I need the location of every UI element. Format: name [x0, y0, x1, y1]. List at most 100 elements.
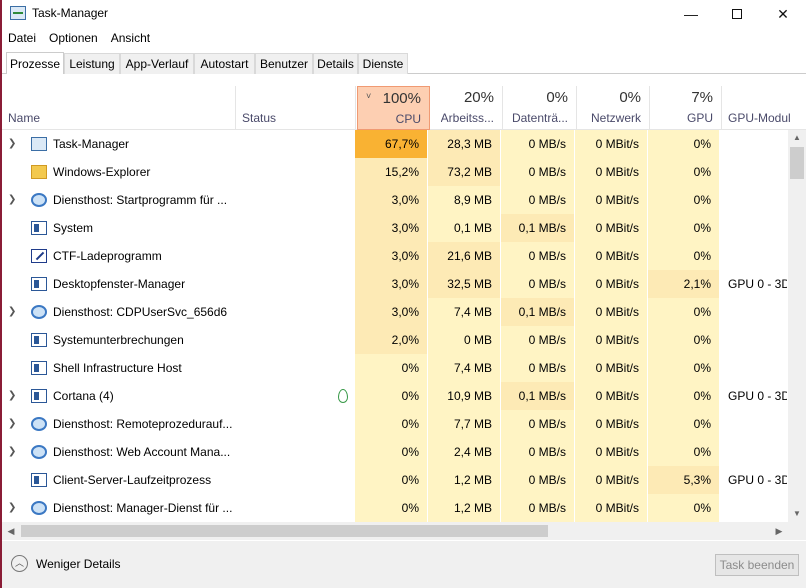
cell-gpu: 0%	[648, 158, 720, 186]
column-header-disk[interactable]: 0% Datenträ...	[503, 86, 577, 130]
column-header-status[interactable]: Status	[236, 86, 356, 130]
minimize-button[interactable]: —	[668, 0, 714, 28]
scrollbar-corner	[788, 522, 806, 540]
vertical-scrollbar[interactable]: ▲ ▼	[788, 130, 806, 522]
cell-network: 0 MBit/s	[575, 214, 648, 242]
column-header-memory[interactable]: 20% Arbeitss...	[430, 86, 503, 130]
column-header-row: Name Status ˅ 100% CPU 20% Arbeitss... 0…	[2, 86, 806, 130]
scroll-up-arrow-icon[interactable]: ▲	[788, 130, 806, 146]
process-name: Task-Manager	[53, 137, 130, 151]
tab-autostart[interactable]: Autostart	[194, 53, 255, 74]
process-row[interactable]: ❯ Diensthost: Startprogramm für ... 3,0% 8,…	[2, 186, 788, 214]
cell-gpu-engine	[728, 130, 788, 158]
scroll-right-arrow-icon[interactable]: ▶	[770, 522, 788, 540]
menu-bar: Datei Optionen Ansicht	[2, 28, 806, 48]
cell-gpu-engine	[728, 298, 788, 326]
tab-leistung[interactable]: Leistung	[64, 53, 120, 74]
title-bar[interactable]: Task-Manager — ✕	[2, 0, 806, 28]
column-gpu-label: GPU	[686, 111, 713, 125]
scroll-left-arrow-icon[interactable]: ◀	[2, 522, 20, 540]
expand-chevron-icon[interactable]: ❯	[8, 194, 20, 206]
cell-gpu: 0%	[648, 214, 720, 242]
process-row[interactable]: ❯ Diensthost: Remoteprozedurauf... 0% 7,7 M…	[2, 410, 788, 438]
process-row[interactable]: ❯ Task-Manager 67,7% 28,3 MB 0 MB/s 0 MBit/s 0…	[2, 130, 788, 158]
column-memory-label: Arbeitss...	[440, 111, 494, 125]
column-header-gpu-engine[interactable]: GPU-Modul	[722, 86, 806, 130]
process-name: Diensthost: Web Account Mana...	[53, 445, 231, 459]
expand-chevron-icon[interactable]: ❯	[8, 138, 20, 150]
sort-descending-icon: ˅	[366, 91, 372, 101]
close-button[interactable]: ✕	[760, 0, 806, 28]
window-icon	[31, 473, 47, 487]
cell-cpu: 3,0%	[355, 298, 428, 326]
scroll-down-arrow-icon[interactable]: ▼	[788, 506, 806, 522]
process-row[interactable]: ❯ Diensthost: Manager-Dienst für ... 0% 1,2…	[2, 494, 788, 522]
end-task-button[interactable]: Task beenden	[715, 554, 799, 576]
menu-ansicht[interactable]: Ansicht	[105, 31, 156, 45]
tab-benutzer[interactable]: Benutzer	[255, 53, 313, 74]
process-name: Windows-Explorer	[53, 165, 151, 179]
expand-chevron-icon[interactable]: ❯	[8, 418, 20, 430]
cell-cpu: 67,7%	[355, 130, 428, 158]
process-row[interactable]: Systemunterbrechungen 2,0% 0 MB 0 MB/s 0 MBi…	[2, 326, 788, 354]
cell-disk: 0 MB/s	[501, 326, 575, 354]
cell-network: 0 MBit/s	[575, 270, 648, 298]
tab-bar: Prozesse Leistung App-Verlauf Autostart …	[2, 52, 806, 74]
cell-cpu: 3,0%	[355, 214, 428, 242]
cell-gpu-engine	[728, 438, 788, 466]
cell-network: 0 MBit/s	[575, 186, 648, 214]
column-header-cpu[interactable]: ˅ 100% CPU	[357, 86, 430, 130]
cell-disk: 0 MB/s	[501, 410, 575, 438]
cell-gpu-engine	[728, 186, 788, 214]
horizontal-scrollbar[interactable]: ◀ ▶	[2, 522, 788, 540]
tab-details[interactable]: Details	[313, 53, 358, 74]
tab-app-verlauf[interactable]: App-Verlauf	[120, 53, 194, 74]
cell-gpu: 2,1%	[648, 270, 720, 298]
tab-prozesse[interactable]: Prozesse	[6, 52, 64, 74]
process-row[interactable]: ❯ Cortana (4) 0% 10,9 MB 0,1 MB/s 0 MBit/s 0% G…	[2, 382, 788, 410]
vertical-scroll-thumb[interactable]	[790, 147, 804, 179]
cell-network: 0 MBit/s	[575, 466, 648, 494]
expand-chevron-icon[interactable]: ❯	[8, 502, 20, 514]
menu-optionen[interactable]: Optionen	[43, 31, 104, 45]
cell-network: 0 MBit/s	[575, 382, 648, 410]
cell-cpu: 0%	[355, 438, 428, 466]
process-name: Diensthost: CDPUserSvc_656d6	[53, 305, 228, 319]
cell-disk: 0,1 MB/s	[501, 382, 575, 410]
process-row[interactable]: Desktopfenster-Manager 3,0% 32,5 MB 0 MB/s 0…	[2, 270, 788, 298]
menu-datei[interactable]: Datei	[2, 31, 42, 45]
expand-chevron-icon[interactable]: ❯	[8, 446, 20, 458]
process-row[interactable]: Client-Server-Laufzeitprozess 0% 1,2 MB 0 M…	[2, 466, 788, 494]
column-header-name[interactable]: Name	[2, 86, 236, 130]
cell-gpu: 0%	[648, 242, 720, 270]
cell-cpu: 3,0%	[355, 270, 428, 298]
task-manager-window: Task-Manager — ✕ Datei Optionen Ansicht …	[0, 0, 806, 588]
cell-gpu-engine: GPU 0 - 3D	[728, 466, 788, 494]
expand-chevron-icon[interactable]: ❯	[8, 306, 20, 318]
expand-chevron-icon[interactable]: ❯	[8, 390, 20, 402]
cell-network: 0 MBit/s	[575, 130, 648, 158]
column-header-network[interactable]: 0% Netzwerk	[577, 86, 650, 130]
horizontal-scroll-thumb[interactable]	[21, 525, 548, 537]
cell-disk: 0 MB/s	[501, 270, 575, 298]
fewer-details-link[interactable]: Weniger Details	[36, 557, 120, 571]
process-row[interactable]: CTF-Ladeprogramm 3,0% 21,6 MB 0 MB/s 0 MBit/…	[2, 242, 788, 270]
task-manager-icon	[31, 137, 47, 151]
maximize-button[interactable]	[714, 0, 760, 28]
window-title: Task-Manager	[32, 6, 109, 20]
gpu-total-percent: 7%	[691, 89, 713, 106]
cell-cpu: 0%	[355, 410, 428, 438]
chevron-up-icon[interactable]: ︿	[11, 555, 28, 572]
cell-network: 0 MBit/s	[575, 494, 648, 522]
process-row[interactable]: System 3,0% 0,1 MB 0,1 MB/s 0 MBit/s 0%	[2, 214, 788, 242]
cell-gpu: 0%	[648, 186, 720, 214]
cell-network: 0 MBit/s	[575, 158, 648, 186]
cell-cpu: 0%	[355, 466, 428, 494]
column-header-gpu[interactable]: 7% GPU	[650, 86, 722, 130]
process-row[interactable]: ❯ Diensthost: CDPUserSvc_656d6 3,0% 7,4 MB 0…	[2, 298, 788, 326]
process-row[interactable]: Windows-Explorer 15,2% 73,2 MB 0 MB/s 0 MBit…	[2, 158, 788, 186]
cell-network: 0 MBit/s	[575, 410, 648, 438]
tab-dienste[interactable]: Dienste	[358, 53, 408, 74]
process-row[interactable]: ❯ Diensthost: Web Account Mana... 0% 2,4 MB…	[2, 438, 788, 466]
process-row[interactable]: Shell Infrastructure Host 0% 7,4 MB 0 MB/s 0…	[2, 354, 788, 382]
